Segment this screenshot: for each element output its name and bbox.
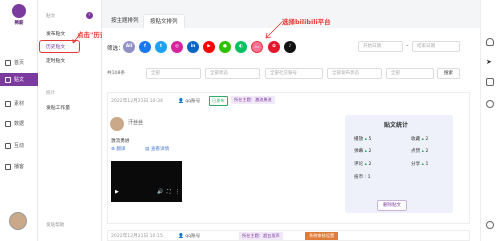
post2-tag: 系统审核设置: [305, 232, 339, 240]
edit-icon[interactable]: [486, 78, 494, 86]
podcast-icon: [5, 163, 11, 170]
stat-coin: 投币 : 1: [354, 175, 371, 180]
user-avatar[interactable]: [9, 212, 27, 230]
post2-topic-badge: 所在主题：超五发声: [239, 232, 283, 240]
nav-posts[interactable]: 贴文: [0, 73, 38, 86]
nav-home[interactable]: 首页: [0, 56, 38, 69]
select-misc[interactable]: 全部: [386, 68, 434, 79]
bell-icon[interactable]: [486, 38, 494, 46]
filter-all-chip[interactable]: All: [123, 41, 135, 53]
annotation-bilibili: 选择bilibili平台: [282, 18, 331, 26]
youtube-icon[interactable]: ▶: [203, 41, 215, 53]
date-range-dash: –: [406, 43, 409, 49]
tab-by-topic[interactable]: 按主题排列: [105, 14, 145, 28]
facebook-icon[interactable]: f: [139, 41, 151, 53]
send-icon[interactable]: ➤: [486, 58, 494, 66]
end-date-input[interactable]: 结束日期: [412, 41, 460, 52]
filter-label: 筛选：: [107, 46, 124, 52]
tiktok-icon[interactable]: ♪: [284, 41, 296, 53]
sub-item-publish[interactable]: 发布贴文: [46, 30, 65, 37]
post-time: 2022年12月21日 10:34: [111, 99, 163, 104]
details-link[interactable]: ▤ 查看详情: [145, 146, 169, 152]
stat-favorite: 收藏 ▴ 2: [411, 137, 429, 142]
translate-icon: ⊕: [111, 147, 115, 152]
data-icon: [5, 120, 11, 127]
linkedin-icon[interactable]: in: [187, 41, 199, 53]
nav-interaction[interactable]: 互动: [0, 139, 38, 152]
weixin-icon[interactable]: ◐: [235, 41, 247, 53]
sub-item-workload[interactable]: 发贴工作量: [46, 104, 70, 111]
select-type[interactable]: 全部: [146, 68, 201, 79]
nav-data[interactable]: 数据: [0, 117, 38, 130]
wechat-icon[interactable]: ●: [219, 41, 231, 53]
weibo-icon[interactable]: ✿: [268, 41, 280, 53]
post-avatar: [110, 117, 124, 131]
nav-materials[interactable]: 素材: [0, 97, 38, 110]
posts-icon: [5, 76, 11, 83]
logo-mark: [12, 4, 26, 18]
annotation-arrow-bilibili: [265, 21, 283, 39]
status-badge: 已发布: [209, 96, 228, 106]
sub-item-scheduled[interactable]: 定时贴文: [46, 57, 65, 64]
twitter-icon[interactable]: t: [155, 41, 167, 53]
topic-badge: 所在主题：激流勇进: [231, 96, 275, 104]
stat-like: 点赞 ▴ 2: [411, 149, 429, 154]
translate-link[interactable]: ⊕ 翻译: [111, 146, 126, 152]
sub-section-stats: 统计: [46, 91, 56, 96]
select-account[interactable]: 全部社交账号: [265, 68, 323, 79]
interaction-icon: [5, 142, 11, 149]
video-player[interactable]: ▶ 🔊 ⛶ ⋮: [111, 161, 182, 202]
total-count: 共108条: [107, 71, 125, 76]
stat-comment: 评论 ▴ 2: [354, 162, 372, 167]
bilibili-icon[interactable]: ▭: [251, 41, 263, 53]
stat-danmaku: 弹幕 ▴ 2: [354, 149, 372, 154]
sub-item-history[interactable]: 历史贴文: [46, 43, 65, 50]
stat-play: 播放 ▴ 5: [354, 137, 372, 142]
sub-section-posts: 贴文: [46, 14, 56, 19]
stat-share: 分享 ▴ 1: [411, 162, 429, 167]
settings-icon[interactable]: [486, 221, 494, 229]
play-icon[interactable]: ▶: [115, 189, 119, 195]
search-button[interactable]: 搜索: [437, 68, 460, 79]
more-icon[interactable]: ⋮: [175, 189, 180, 195]
delete-post-button[interactable]: 删除贴文: [377, 200, 407, 211]
fullscreen-icon[interactable]: ⛶: [167, 189, 171, 195]
post-account: 👤 qq账号: [178, 99, 201, 104]
instagram-icon[interactable]: ◎: [171, 41, 183, 53]
brand-name: 稀薪: [14, 21, 24, 26]
start-date-input[interactable]: 开始日期: [358, 41, 403, 52]
tab-by-post[interactable]: 按贴文排列: [143, 14, 185, 28]
home-icon: [5, 59, 11, 66]
select-status[interactable]: 全部状态: [205, 68, 260, 79]
post-author: 汗丝丝: [128, 120, 144, 126]
nav-podcast[interactable]: 播客: [0, 160, 38, 173]
right-toolbar: [480, 0, 500, 241]
help-link[interactable]: 发贴帮助: [46, 222, 64, 228]
volume-icon[interactable]: 🔊: [157, 189, 163, 195]
materials-icon: [5, 100, 11, 107]
post2-account: 👤 qq账号: [178, 234, 201, 239]
post2-time: 2022年12月21日 10:15: [111, 234, 163, 239]
help-icon[interactable]: [486, 100, 494, 108]
select-publish-status[interactable]: 全部发布状态: [327, 68, 382, 79]
annotation-arrow-history: [72, 33, 81, 44]
post-text: 激流勇进: [111, 139, 130, 144]
collapse-button[interactable]: ‹: [86, 12, 93, 19]
app-logo[interactable]: 稀薪: [6, 4, 32, 30]
details-icon: ▤: [145, 147, 150, 152]
stats-title: 贴文统计: [384, 122, 409, 129]
